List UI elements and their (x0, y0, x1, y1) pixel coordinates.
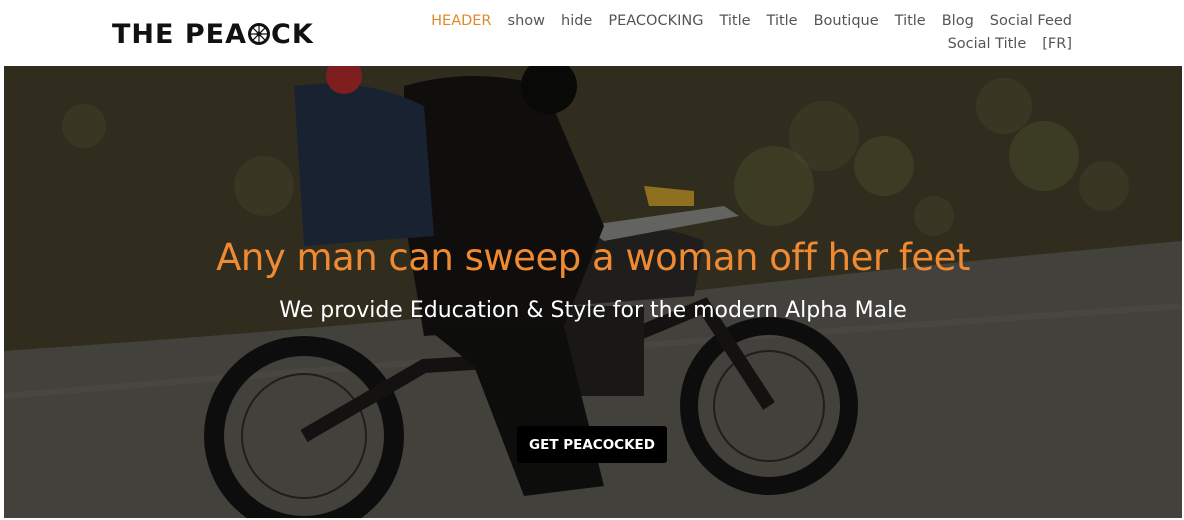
nav-item-blog[interactable]: Blog (942, 10, 974, 33)
nav-item-social-feed[interactable]: Social Feed (990, 10, 1072, 33)
logo-text-left: THE PEA (112, 18, 247, 50)
get-peacocked-button[interactable]: GET PEACOCKED (517, 426, 667, 463)
nav-item-header[interactable]: HEADER (431, 10, 491, 33)
nav-item-boutique[interactable]: Boutique (814, 10, 879, 33)
nav-item-peacocking[interactable]: PEACOCKING (608, 10, 703, 33)
nav-item-title-2[interactable]: Title (767, 10, 798, 33)
nav-item-language-fr[interactable]: [FR] (1042, 33, 1072, 56)
nav-item-hide[interactable]: hide (561, 10, 592, 33)
nav-item-title-1[interactable]: Title (719, 10, 750, 33)
wheel-logo-icon (248, 23, 270, 45)
site-header: THE PEA CK HEADER show hide PEACOCKING T… (0, 0, 1184, 66)
nav-item-title-3[interactable]: Title (895, 10, 926, 33)
nav-item-social-title[interactable]: Social Title (948, 33, 1027, 56)
main-nav: HEADER show hide PEACOCKING Title Title … (392, 10, 1072, 56)
hero-headline: Any man can sweep a woman off her feet (216, 236, 970, 279)
nav-item-show[interactable]: show (508, 10, 545, 33)
hero-subheadline: We provide Education & Style for the mod… (279, 298, 907, 323)
logo-text-right: CK (271, 18, 314, 50)
hero-banner: Any man can sweep a woman off her feet W… (4, 66, 1182, 518)
site-logo[interactable]: THE PEA CK (112, 18, 314, 50)
